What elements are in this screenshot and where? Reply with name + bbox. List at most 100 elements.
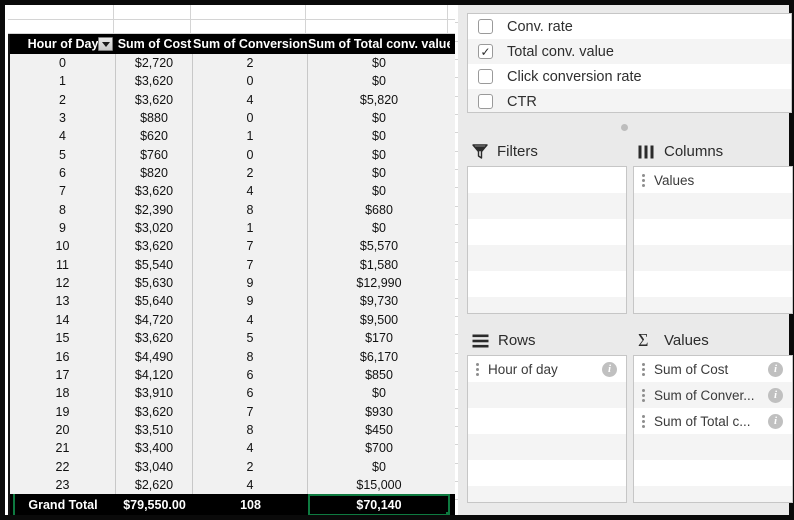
table-cell[interactable]: $3,620 — [116, 402, 193, 421]
table-cell[interactable]: 8 — [10, 200, 116, 220]
table-cell[interactable]: 17 — [10, 365, 116, 385]
table-cell[interactable]: $700 — [308, 439, 450, 457]
checkbox-icon[interactable] — [478, 94, 493, 109]
table-cell[interactable]: $6,170 — [308, 348, 450, 366]
table-cell[interactable]: 16 — [10, 347, 116, 366]
empty-cell[interactable] — [8, 5, 114, 19]
table-cell[interactable]: $2,390 — [116, 200, 193, 220]
table-cell[interactable]: 15 — [10, 329, 116, 348]
checkbox-icon[interactable] — [478, 19, 493, 34]
table-cell[interactable]: 5 — [193, 329, 308, 348]
field-chip[interactable]: Sum of Cost i — [634, 356, 792, 382]
table-cell[interactable]: $4,490 — [116, 347, 193, 366]
table-row[interactable]: 19 $3,620 7 $930 — [10, 402, 455, 421]
info-icon[interactable]: i — [768, 387, 783, 403]
table-cell[interactable]: 2 — [10, 90, 116, 110]
table-cell[interactable]: $3,400 — [116, 439, 193, 458]
table-cell[interactable]: $5,540 — [116, 255, 193, 275]
table-cell[interactable]: $450 — [308, 421, 450, 439]
table-cell[interactable]: 1 — [193, 219, 308, 238]
table-cell[interactable]: $620 — [116, 127, 193, 146]
table-cell[interactable]: $5,570 — [308, 237, 450, 255]
table-cell[interactable]: $820 — [116, 164, 193, 183]
table-cell[interactable]: 1 — [193, 127, 308, 146]
table-row[interactable]: 8 $2,390 8 $680 — [10, 200, 455, 220]
column-header-sum-of-total-conv-value[interactable]: Sum of Total conv. value — [308, 34, 450, 54]
empty-row[interactable] — [8, 5, 458, 20]
grand-total-conversions[interactable]: 108 — [193, 494, 308, 515]
table-row[interactable]: 12 $5,630 9 $12,990 — [10, 274, 455, 293]
table-row[interactable]: 6 $820 2 $0 — [10, 164, 455, 183]
empty-cell[interactable] — [306, 5, 448, 19]
table-cell[interactable]: 13 — [10, 292, 116, 311]
table-cell[interactable]: $760 — [116, 145, 193, 165]
table-cell[interactable]: 0 — [10, 54, 116, 73]
table-row[interactable]: 17 $4,120 6 $850 — [10, 365, 455, 385]
checkbox-icon[interactable] — [478, 69, 493, 84]
table-row[interactable]: 23 $2,620 4 $15,000 — [10, 475, 455, 495]
table-row[interactable]: 16 $4,490 8 $6,170 — [10, 347, 455, 366]
table-cell[interactable]: 21 — [10, 439, 116, 458]
drag-handle-icon[interactable] — [642, 173, 645, 187]
table-row[interactable]: 7 $3,620 4 $0 — [10, 182, 455, 201]
table-cell[interactable]: $170 — [308, 329, 450, 347]
table-cell[interactable]: 3 — [10, 109, 116, 128]
table-cell[interactable]: 19 — [10, 402, 116, 421]
info-icon[interactable]: i — [768, 413, 783, 429]
table-cell[interactable]: $3,620 — [116, 329, 193, 348]
table-cell[interactable]: 9 — [10, 219, 116, 238]
field-list-item[interactable]: CTR — [468, 89, 791, 112]
table-cell[interactable]: $3,020 — [116, 219, 193, 238]
table-cell[interactable]: 12 — [10, 274, 116, 293]
column-header-sum-of-conversions[interactable]: Sum of Conversions — [193, 34, 308, 54]
checkbox-icon[interactable]: ✓ — [478, 44, 493, 59]
table-cell[interactable]: 0 — [193, 109, 308, 128]
table-row[interactable]: 1 $3,620 0 $0 — [10, 72, 455, 91]
table-cell[interactable]: $3,620 — [116, 90, 193, 110]
table-cell[interactable]: $9,500 — [308, 311, 450, 329]
table-cell[interactable]: $3,620 — [116, 182, 193, 201]
table-cell[interactable]: 4 — [193, 439, 308, 458]
table-cell[interactable]: 8 — [193, 200, 308, 220]
table-cell[interactable]: 7 — [193, 237, 308, 256]
drag-handle-icon[interactable] — [642, 362, 645, 376]
table-row[interactable]: 20 $3,510 8 $450 — [10, 420, 455, 440]
info-icon[interactable]: i — [602, 361, 617, 377]
empty-cell[interactable] — [306, 19, 448, 33]
table-cell[interactable]: $5,640 — [116, 292, 193, 311]
table-cell[interactable]: 2 — [193, 54, 308, 73]
table-cell[interactable]: $680 — [308, 201, 450, 219]
empty-cell[interactable] — [191, 19, 306, 33]
column-header-sum-of-cost[interactable]: Sum of Cost — [116, 34, 193, 54]
table-cell[interactable]: $3,510 — [116, 420, 193, 440]
table-cell[interactable]: 5 — [10, 145, 116, 165]
selected-cell[interactable]: $70,140 — [308, 494, 450, 515]
table-row[interactable]: 14 $4,720 4 $9,500 — [10, 310, 455, 330]
table-row[interactable]: 10 $3,620 7 $5,570 — [10, 237, 455, 256]
table-cell[interactable]: $0 — [308, 458, 450, 476]
info-icon[interactable]: i — [768, 361, 783, 377]
table-cell[interactable]: 4 — [193, 475, 308, 495]
table-cell[interactable]: $3,040 — [116, 457, 193, 476]
table-cell[interactable]: $930 — [308, 403, 450, 421]
table-cell[interactable]: 22 — [10, 457, 116, 476]
table-cell[interactable]: $0 — [308, 54, 450, 72]
table-cell[interactable]: $0 — [308, 164, 450, 182]
table-cell[interactable]: $3,910 — [116, 384, 193, 403]
table-cell[interactable]: 10 — [10, 237, 116, 256]
grand-total-label[interactable]: Grand Total — [10, 494, 116, 515]
table-cell[interactable]: $2,720 — [116, 54, 193, 73]
field-chip[interactable]: Sum of Conver... i — [634, 382, 792, 408]
column-header-hour-of-day[interactable]: Hour of Day — [10, 34, 116, 54]
field-list-item[interactable]: ✓ Total conv. value — [468, 39, 791, 64]
table-cell[interactable]: $5,630 — [116, 274, 193, 293]
field-list-item[interactable]: Conv. rate — [468, 14, 791, 39]
table-cell[interactable]: 7 — [10, 182, 116, 201]
table-row[interactable]: 9 $3,020 1 $0 — [10, 219, 455, 238]
empty-cell[interactable] — [8, 19, 114, 33]
pane-resize-grabber-icon[interactable] — [621, 124, 628, 131]
table-row[interactable]: 15 $3,620 5 $170 — [10, 329, 455, 348]
table-row[interactable]: 13 $5,640 9 $9,730 — [10, 292, 455, 311]
filter-dropdown-arrow-icon[interactable] — [98, 37, 113, 51]
table-row[interactable]: 5 $760 0 $0 — [10, 145, 455, 165]
